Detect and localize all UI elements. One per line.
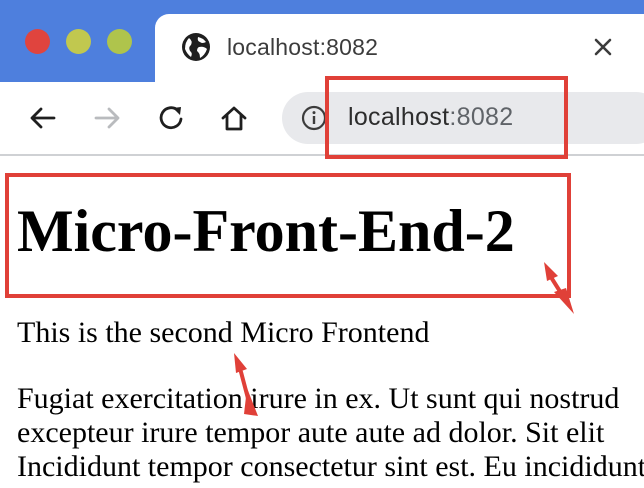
paragraph-line: Fugiat exercitation irure in ex. Ut sunt… bbox=[17, 382, 620, 415]
paragraph-line: Incididunt tempor consectetur sint est. … bbox=[17, 450, 644, 483]
page-subtitle: This is the second Micro Frontend bbox=[17, 316, 430, 349]
window-minimize-dot[interactable] bbox=[66, 29, 91, 54]
tab-title: localhost:8082 bbox=[227, 34, 379, 60]
arrow-left-icon[interactable] bbox=[27, 102, 59, 134]
url-host: localhost bbox=[348, 103, 450, 131]
home-icon[interactable] bbox=[218, 102, 250, 134]
browser-title-bar: localhost:8082 bbox=[0, 0, 644, 82]
arrow-right-icon[interactable] bbox=[91, 102, 123, 134]
reload-icon[interactable] bbox=[156, 102, 188, 134]
window-close-dot[interactable] bbox=[25, 29, 50, 54]
browser-tab[interactable]: localhost:8082 bbox=[155, 14, 644, 82]
info-icon[interactable] bbox=[301, 105, 327, 131]
close-icon[interactable] bbox=[591, 35, 615, 59]
lorem-paragraph: Fugiat exercitation irure in ex. Ut sunt… bbox=[17, 382, 644, 484]
url-port: :8082 bbox=[449, 103, 514, 131]
url-text[interactable]: localhost:8082 bbox=[348, 103, 513, 132]
browser-toolbar: localhost:8082 bbox=[0, 82, 644, 156]
title-arrow bbox=[544, 262, 574, 314]
paragraph-line: excepteur irure tempor aute aute ad dolo… bbox=[17, 416, 605, 449]
page-title: Micro-Front-End-2 bbox=[17, 198, 515, 264]
globe-icon bbox=[182, 33, 210, 61]
window-zoom-dot[interactable] bbox=[107, 29, 132, 54]
address-bar[interactable]: localhost:8082 bbox=[282, 92, 644, 144]
